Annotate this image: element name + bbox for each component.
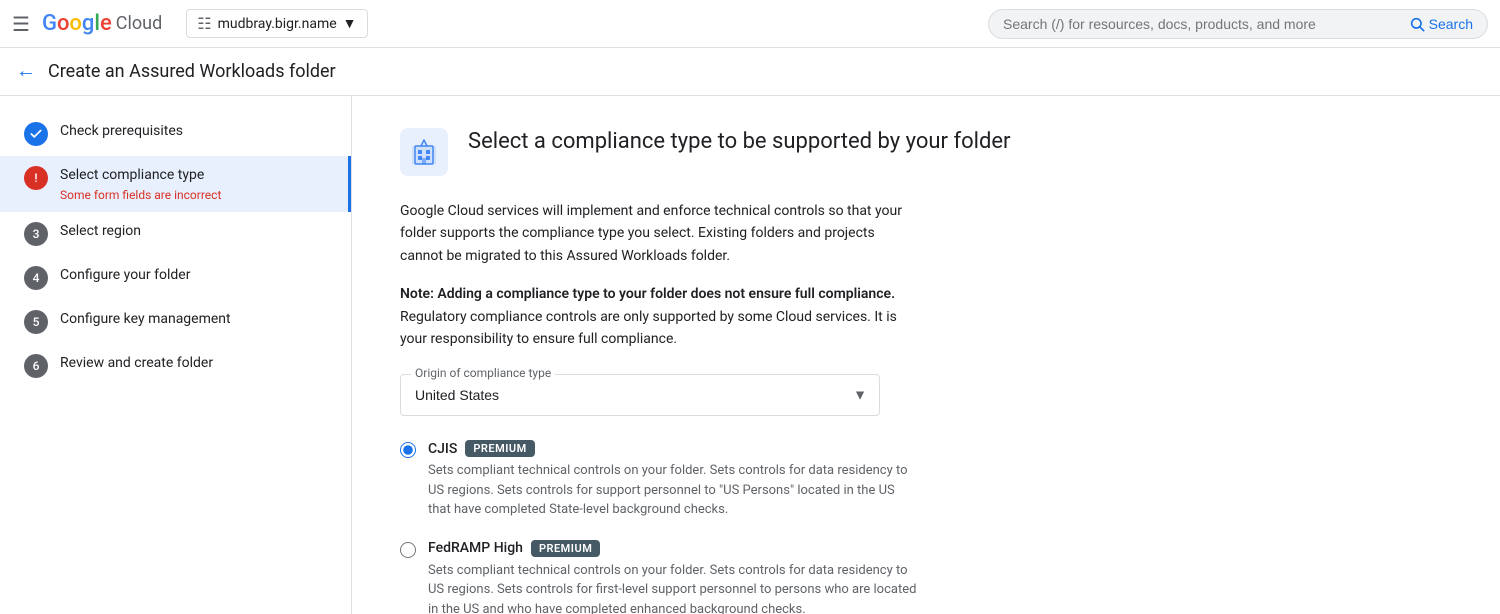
search-input[interactable] (1003, 16, 1401, 32)
content-area: Select a compliance type to be supported… (352, 96, 1500, 614)
step-4-label: Configure your folder (60, 266, 327, 286)
search-icon (1409, 16, 1425, 32)
content-title: Select a compliance type to be supported… (468, 128, 1011, 157)
origin-select[interactable]: United States European Union Other (401, 375, 879, 415)
radio-cjis[interactable] (400, 442, 416, 458)
badge-fedramp-high-premium: PREMIUM (531, 540, 600, 557)
step-6-indicator: 6 (24, 354, 48, 378)
radio-cjis-desc: Sets compliant technical controls on you… (428, 461, 920, 520)
page-title: Create an Assured Workloads folder (48, 61, 336, 82)
step-5-indicator: 5 (24, 310, 48, 334)
search-bar: Search (988, 9, 1488, 39)
folder-icon: ☷ (197, 14, 211, 33)
project-name: mudbray.bigr.name (218, 16, 337, 32)
sidebar-item-review-create[interactable]: 6 Review and create folder (0, 344, 351, 388)
step-1-label: Check prerequisites (60, 122, 327, 142)
project-selector[interactable]: ☷ mudbray.bigr.name ▼ (186, 9, 367, 38)
radio-item-cjis: CJIS PREMIUM Sets compliant technical co… (400, 440, 920, 520)
building-icon (408, 136, 440, 168)
back-button[interactable]: ← (16, 60, 36, 83)
radio-item-fedramp-high: FedRAMP High PREMIUM Sets compliant tech… (400, 540, 920, 614)
step-2-label: Select compliance type (60, 166, 327, 186)
note-strong: Note: Adding a compliance type to your f… (400, 286, 895, 302)
search-button[interactable]: Search (1409, 16, 1473, 32)
chevron-down-icon: ▼ (343, 15, 357, 32)
sidebar-item-select-region[interactable]: 3 Select region (0, 212, 351, 256)
sidebar-item-select-compliance[interactable]: ! Select compliance type Some form field… (0, 156, 351, 212)
step-3-label: Select region (60, 222, 327, 242)
sidebar: Check prerequisites ! Select compliance … (0, 96, 352, 614)
main-layout: Check prerequisites ! Select compliance … (0, 96, 1500, 614)
badge-cjis-premium: PREMIUM (465, 440, 534, 457)
menu-icon[interactable]: ☰ (12, 12, 30, 36)
google-cloud-logo: Google Cloud (42, 11, 162, 36)
step-5-label: Configure key management (60, 310, 327, 330)
workloads-icon (400, 128, 448, 176)
search-label: Search (1429, 16, 1473, 32)
origin-label: Origin of compliance type (411, 366, 555, 380)
step-2-error: Some form fields are incorrect (60, 188, 327, 202)
origin-form-group: Origin of compliance type United States … (400, 374, 880, 416)
step-4-indicator: 4 (24, 266, 48, 290)
sidebar-item-configure-folder[interactable]: 4 Configure your folder (0, 256, 351, 300)
step-error-indicator: ! (24, 166, 48, 190)
compliance-radio-group: CJIS PREMIUM Sets compliant technical co… (400, 440, 920, 614)
origin-select-wrapper: Origin of compliance type United States … (400, 374, 880, 416)
content-description: Google Cloud services will implement and… (400, 200, 920, 267)
radio-fedramp-high[interactable] (400, 542, 416, 558)
sub-header: ← Create an Assured Workloads folder (0, 48, 1500, 96)
radio-fedramp-high-label: FedRAMP High (428, 540, 523, 556)
content-note: Note: Adding a compliance type to your f… (400, 283, 920, 350)
content-header: Select a compliance type to be supported… (400, 128, 1452, 176)
top-nav: ☰ Google Cloud ☷ mudbray.bigr.name ▼ Sea… (0, 0, 1500, 48)
radio-cjis-label: CJIS (428, 441, 457, 457)
cloud-label: Cloud (116, 13, 162, 34)
note-rest: Regulatory compliance controls are only … (400, 309, 897, 347)
step-3-indicator: 3 (24, 222, 48, 246)
step-6-label: Review and create folder (60, 354, 327, 374)
radio-fedramp-high-desc: Sets compliant technical controls on you… (428, 561, 920, 614)
sidebar-item-check-prerequisites[interactable]: Check prerequisites (0, 112, 351, 156)
step-done-indicator (24, 122, 48, 146)
sidebar-item-configure-key[interactable]: 5 Configure key management (0, 300, 351, 344)
